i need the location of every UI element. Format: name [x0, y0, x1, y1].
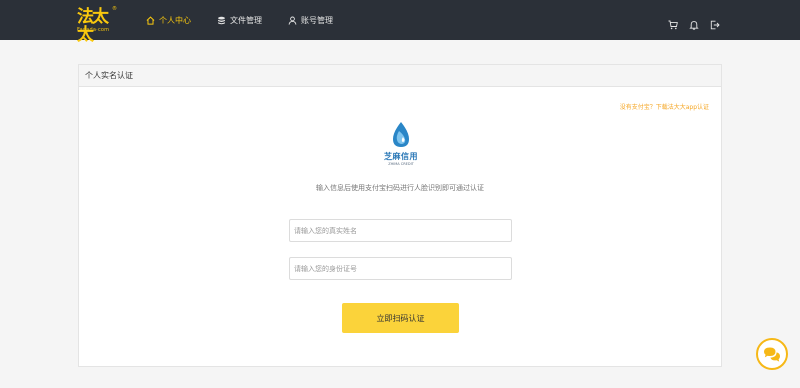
bell-icon: [689, 21, 699, 30]
nav-item-file-management[interactable]: 文件管理: [217, 13, 262, 27]
database-icon: [218, 16, 225, 24]
provider-name-en: ZHIMA CREDIT: [388, 162, 414, 166]
nav-item-label: 文件管理: [230, 15, 262, 25]
verification-card: 个人实名认证 没有支付宝？下载法大大app认证 芝麻信用 ZHIMA CREDI…: [78, 64, 722, 367]
logo-subtext: Fadada·com: [77, 27, 110, 33]
cart-icon: [668, 20, 678, 30]
home-icon: [146, 15, 155, 25]
chat-support-button[interactable]: [756, 338, 788, 370]
registered-mark: ®: [112, 6, 117, 12]
zhima-credit-logo: 芝麻信用 ZHIMA CREDIT: [384, 121, 418, 173]
logout-button[interactable]: [710, 15, 720, 30]
nav-item-label: 个人中心: [159, 15, 191, 25]
id-number-input[interactable]: [289, 257, 512, 280]
download-app-link[interactable]: 没有支付宝？下载法大大app认证: [620, 102, 709, 111]
scan-verify-button[interactable]: 立即扫码认证: [342, 303, 459, 333]
water-drop-icon: [393, 122, 409, 147]
top-navigation-bar: 法太太 ® Fadada·com 个人中心 文件管理 账号管理: [0, 0, 800, 44]
logo-text: 法太太: [77, 7, 109, 45]
user-icon: [288, 16, 297, 25]
notifications-button[interactable]: [689, 15, 699, 30]
real-name-input[interactable]: [289, 219, 512, 242]
cart-button[interactable]: [668, 15, 678, 30]
nav-item-personal-center[interactable]: 个人中心: [146, 13, 191, 27]
nav-item-label: 账号管理: [301, 15, 333, 25]
brand-logo[interactable]: 法太太 ® Fadada·com: [77, 6, 117, 44]
nav-item-account-management[interactable]: 账号管理: [288, 13, 333, 27]
logout-icon: [710, 20, 720, 30]
instruction-text: 输入信息后使用支付宝扫码进行人脸识别即可通过认证: [316, 184, 484, 192]
card-title: 个人实名认证: [79, 65, 721, 87]
chat-icon: [764, 347, 780, 362]
provider-name: 芝麻信用: [384, 152, 418, 161]
